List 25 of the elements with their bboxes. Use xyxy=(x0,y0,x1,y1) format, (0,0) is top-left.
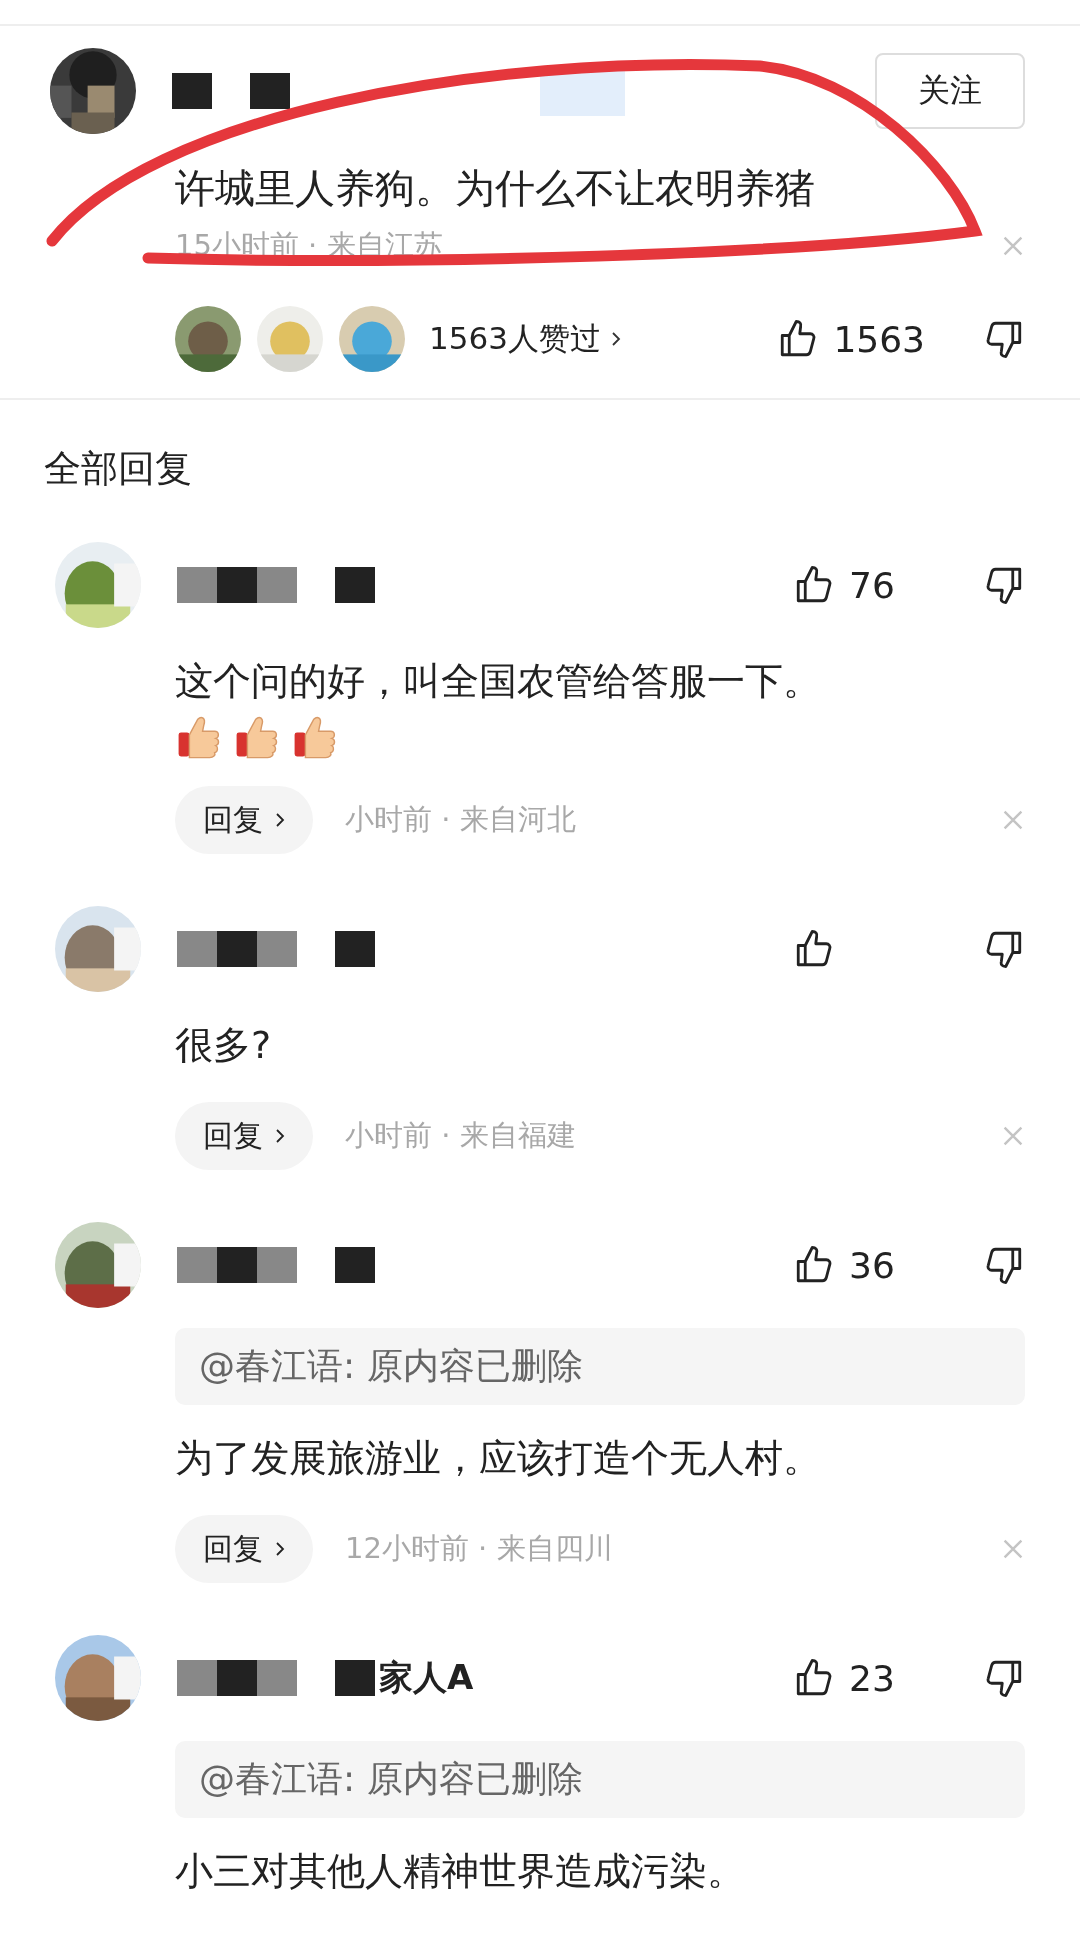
likers-link[interactable]: 1563人赞过 xyxy=(429,318,601,360)
quoted-reply: @春江语: 原内容已删除 xyxy=(175,1741,1025,1818)
comment-text: 许城里人养狗。为什么不让农明养猪 xyxy=(175,164,816,213)
reply-button[interactable]: 回复 xyxy=(175,1515,313,1583)
comment-text: 小三对其他人精神世界造成污染。 xyxy=(175,1848,746,1895)
comment-text: 这个问的好，叫全国农管给答服一下。 xyxy=(175,658,822,705)
reply-button[interactable]: 回复 xyxy=(175,1102,313,1170)
quoted-reply: @春江语: 原内容已删除 xyxy=(175,1328,1025,1405)
follow-button[interactable]: 关注 xyxy=(875,53,1025,129)
chevron-icon xyxy=(275,1128,285,1144)
comment-meta: 小时前 · 来自河北 xyxy=(345,801,576,838)
comment-meta: 12小时前 · 来自四川 xyxy=(345,1530,613,1567)
comment-text: 很多? xyxy=(175,1022,273,1069)
section-title: 全部回复 xyxy=(43,446,193,492)
user-name: 家人A xyxy=(379,1656,474,1699)
chevron-icon xyxy=(610,331,621,347)
comment-meta: 小时前 · 来自福建 xyxy=(345,1117,576,1154)
chevron-icon xyxy=(275,1541,285,1557)
like-count: 76 xyxy=(849,564,896,606)
chevron-icon xyxy=(275,812,285,828)
like-count: 1563 xyxy=(833,318,925,360)
like-count: 36 xyxy=(849,1244,896,1286)
comment-text: 为了发展旅游业，应该打造个无人村。 xyxy=(175,1435,822,1482)
reply-button[interactable]: 回复 xyxy=(175,786,313,854)
like-count: 23 xyxy=(849,1657,896,1699)
